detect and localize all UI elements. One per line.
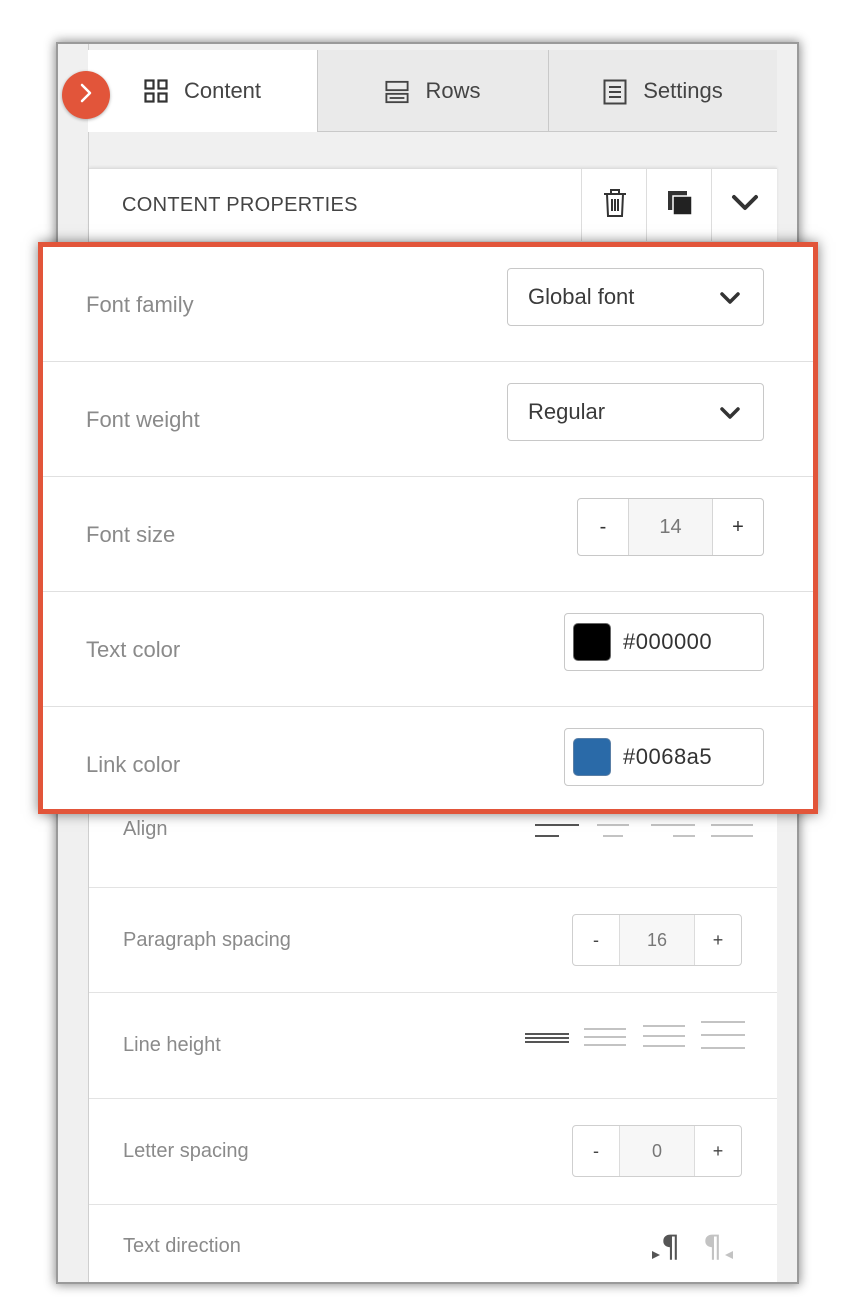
paragraph-spacing-decrement[interactable]: - xyxy=(573,915,619,965)
collapse-section-button[interactable] xyxy=(711,169,777,241)
font-size-label: Font size xyxy=(86,522,176,547)
link-color-label: Link color xyxy=(86,752,181,777)
text-color-field[interactable]: #000000 xyxy=(564,613,764,671)
tab-rows-label: Rows xyxy=(425,77,481,103)
line-height-loose-icon[interactable] xyxy=(643,1024,685,1055)
tab-settings-label: Settings xyxy=(643,77,723,103)
link-color-value: #0068a5 xyxy=(623,744,713,769)
font-family-value: Global font xyxy=(528,284,635,309)
chevron-down-icon xyxy=(731,194,759,217)
font-size-increment[interactable]: + xyxy=(713,499,763,555)
tab-content-label: Content xyxy=(183,78,262,103)
letter-spacing-value[interactable]: 0 xyxy=(619,1126,695,1176)
text-direction-rtl-icon[interactable]: ¶ xyxy=(703,1229,743,1268)
letter-spacing-row: Letter spacing - 0 + xyxy=(89,1099,777,1205)
text-direction-ltr-icon[interactable]: ¶ xyxy=(651,1229,685,1268)
paragraph-spacing-row: Paragraph spacing - 16 + xyxy=(89,888,777,993)
chevron-down-icon xyxy=(719,287,741,313)
line-height-label: Line height xyxy=(123,1034,221,1056)
duplicate-button[interactable] xyxy=(646,169,712,241)
svg-text:¶: ¶ xyxy=(661,1230,680,1263)
svg-text:¶: ¶ xyxy=(703,1230,722,1263)
link-color-field[interactable]: #0068a5 xyxy=(564,728,764,786)
duplicate-icon xyxy=(666,189,694,222)
content-properties-title: CONTENT PROPERTIES xyxy=(122,194,358,216)
align-center-icon[interactable] xyxy=(597,823,629,844)
line-height-normal-icon[interactable] xyxy=(584,1027,626,1054)
settings-list-icon xyxy=(603,79,627,104)
letter-spacing-label: Letter spacing xyxy=(123,1140,249,1162)
content-properties-header: CONTENT PROPERTIES xyxy=(89,168,777,241)
font-size-decrement[interactable]: - xyxy=(578,499,628,555)
link-color-row: Link color #0068a5 xyxy=(43,707,813,822)
chevron-right-icon xyxy=(79,83,93,108)
line-height-tight-icon[interactable] xyxy=(525,1031,569,1050)
letter-spacing-stepper: - 0 + xyxy=(572,1125,742,1177)
delete-button[interactable] xyxy=(581,169,647,241)
chevron-down-icon xyxy=(719,402,741,428)
tab-bar: Content Rows Settings xyxy=(88,50,777,132)
font-weight-value: Regular xyxy=(528,399,606,424)
font-family-row: Font family Global font xyxy=(43,247,813,362)
trash-icon xyxy=(602,188,628,223)
letter-spacing-decrement[interactable]: - xyxy=(573,1126,619,1176)
rows-icon xyxy=(385,79,410,103)
align-left-icon[interactable] xyxy=(535,823,579,844)
text-color-swatch[interactable] xyxy=(573,623,611,661)
text-color-row: Text color #000000 xyxy=(43,592,813,707)
align-right-icon[interactable] xyxy=(651,823,695,844)
paragraph-spacing-increment[interactable]: + xyxy=(695,915,741,965)
paragraph-spacing-value[interactable]: 16 xyxy=(619,915,695,965)
font-size-value[interactable]: 14 xyxy=(628,499,713,555)
tab-content[interactable]: Content xyxy=(88,50,318,132)
text-color-label: Text color xyxy=(86,637,181,662)
tab-rows[interactable]: Rows xyxy=(318,50,548,132)
align-justify-icon[interactable] xyxy=(711,823,753,844)
font-size-stepper: - 14 + xyxy=(577,498,764,556)
font-family-label: Font family xyxy=(86,292,194,317)
paragraph-spacing-label: Paragraph spacing xyxy=(123,929,291,951)
grid-icon xyxy=(144,79,168,103)
text-direction-row: Text direction ¶ ¶ xyxy=(89,1205,777,1282)
collapse-sidebar-button[interactable] xyxy=(62,71,110,119)
paragraph-spacing-stepper: - 16 + xyxy=(572,914,742,966)
text-direction-label: Text direction xyxy=(123,1235,241,1257)
font-size-row: Font size - 14 + xyxy=(43,477,813,592)
font-weight-row: Font weight Regular xyxy=(43,362,813,477)
tab-settings[interactable]: Settings xyxy=(549,50,777,132)
font-family-select[interactable]: Global font xyxy=(507,268,764,326)
line-height-row: Line height xyxy=(89,993,777,1099)
letter-spacing-increment[interactable]: + xyxy=(695,1126,741,1176)
font-weight-select[interactable]: Regular xyxy=(507,383,764,441)
font-weight-label: Font weight xyxy=(86,407,200,432)
highlighted-font-settings: Font family Global font Font weight Regu… xyxy=(38,242,818,814)
text-color-value: #000000 xyxy=(623,629,713,654)
link-color-swatch[interactable] xyxy=(573,738,611,776)
line-height-extra-icon[interactable] xyxy=(701,1020,745,1057)
